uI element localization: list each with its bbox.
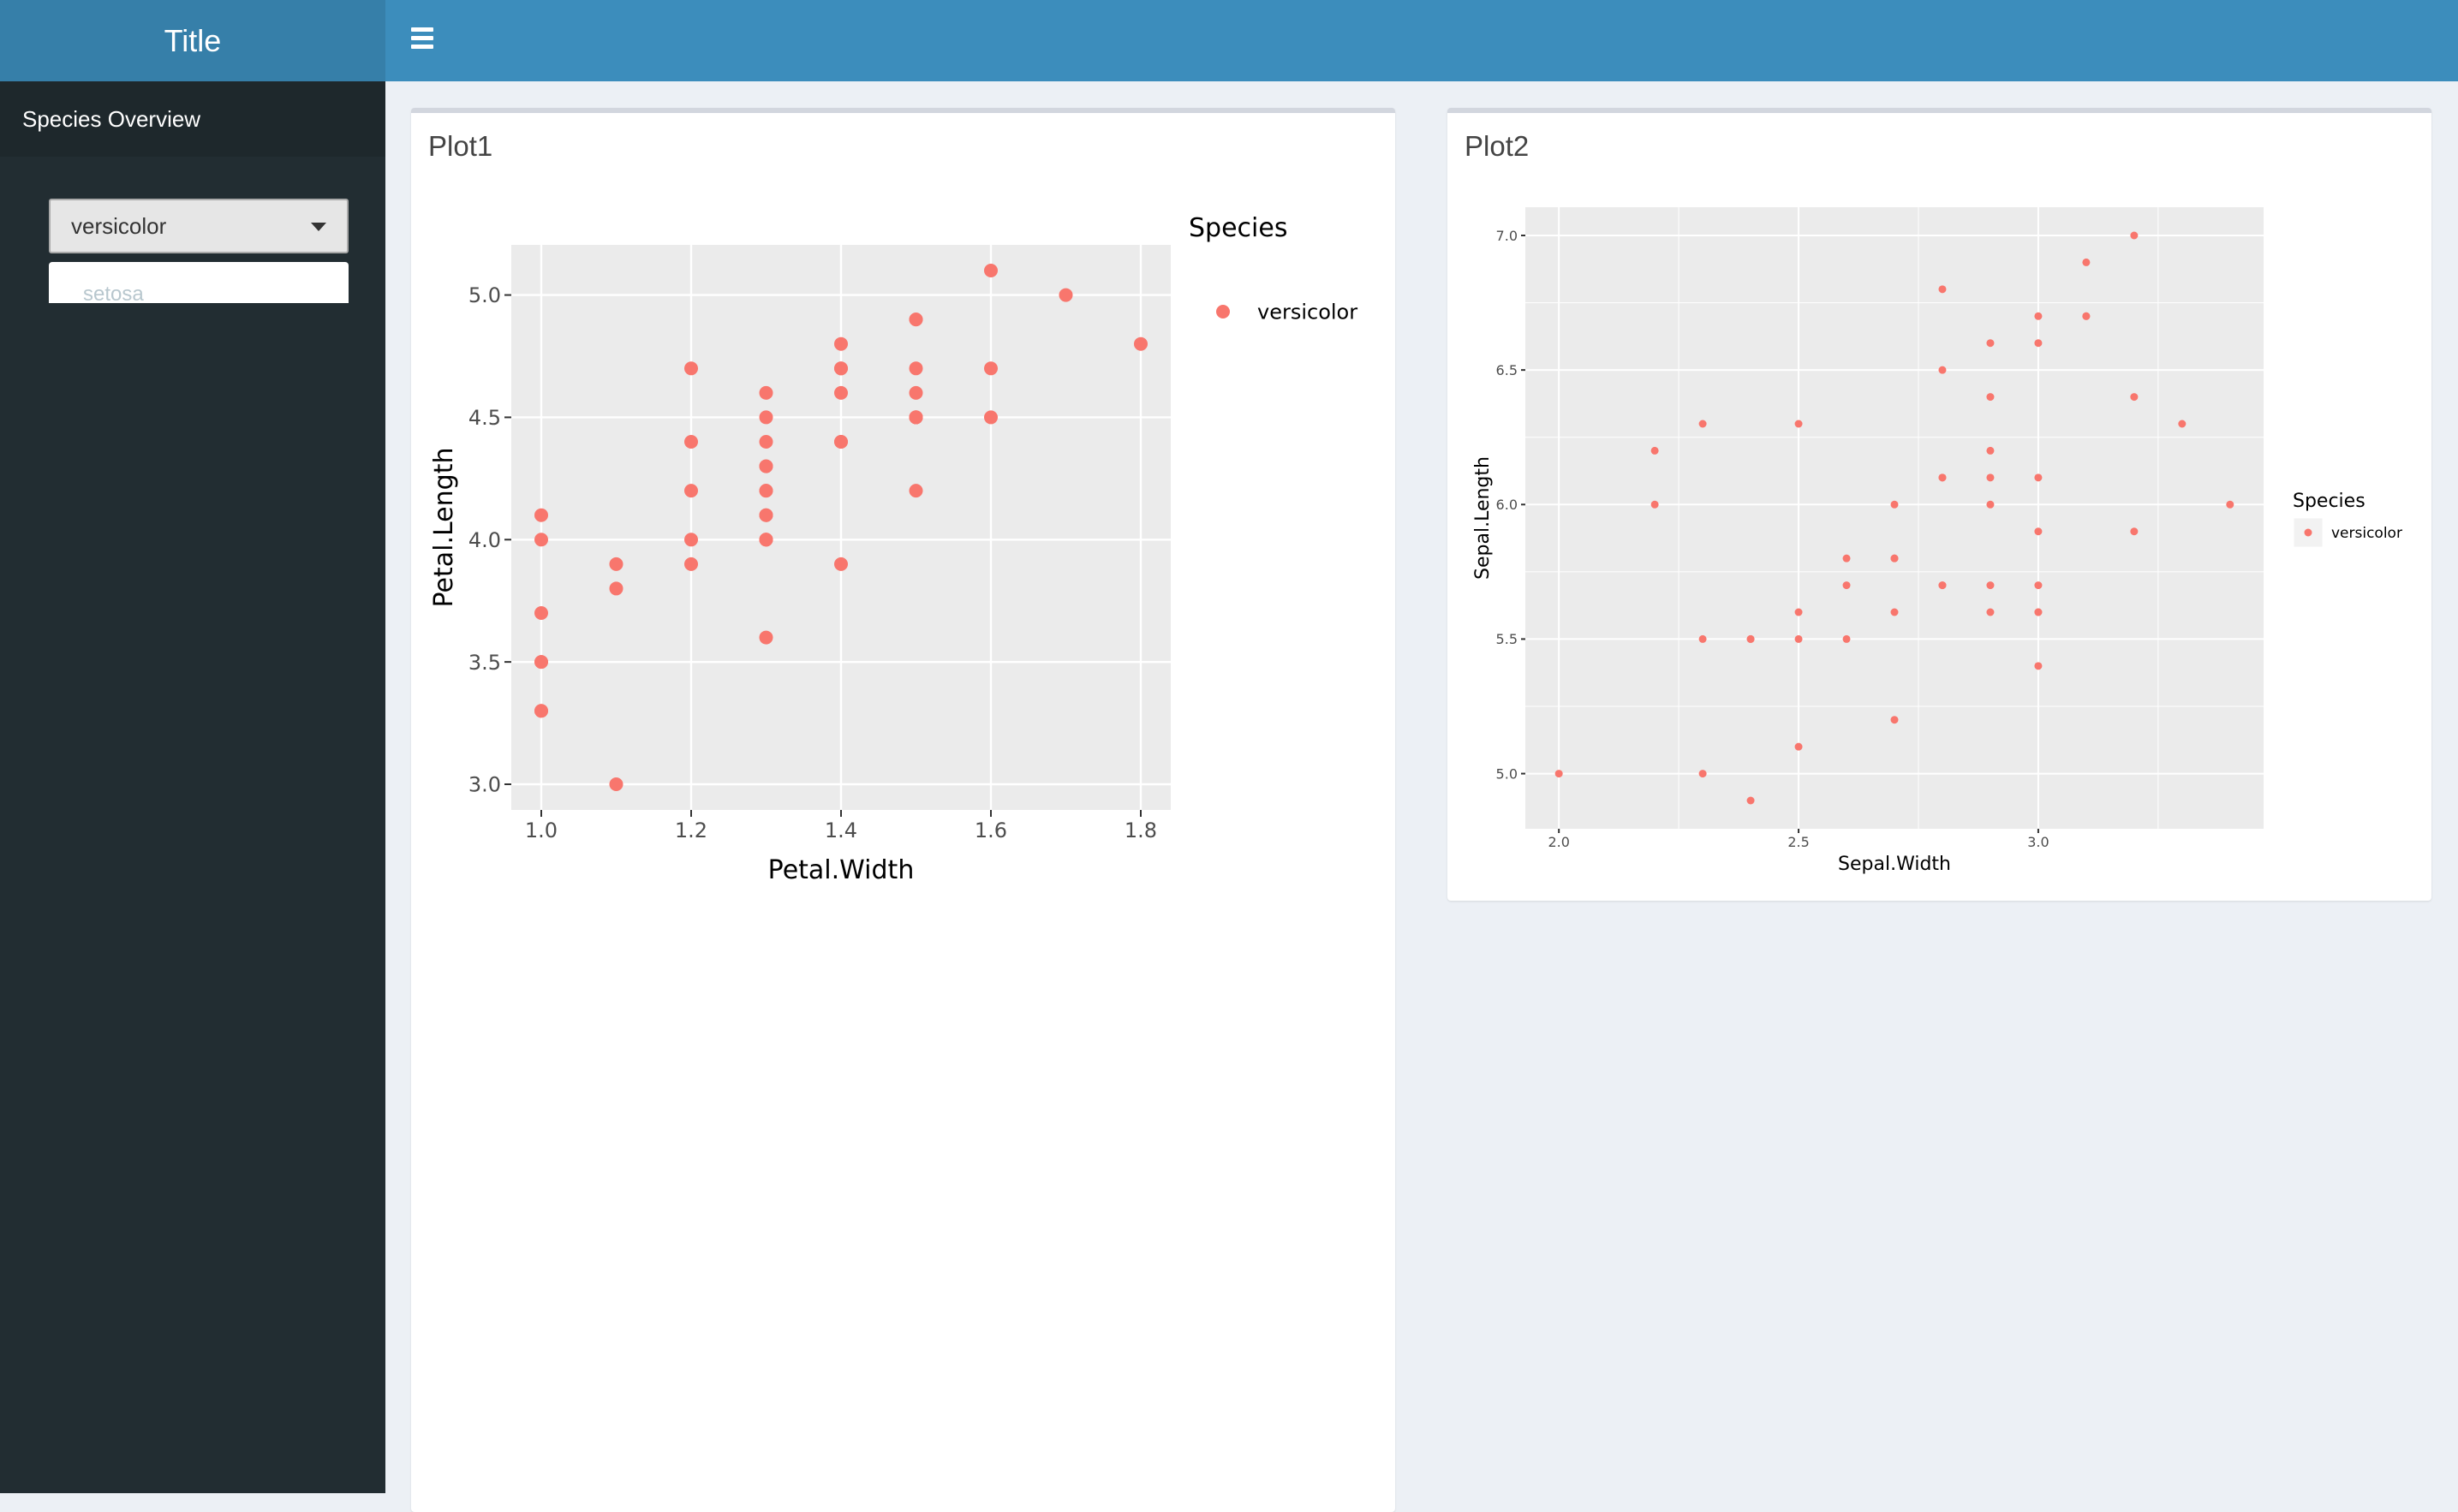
hamburger-icon[interactable] <box>411 27 433 53</box>
species-select-value: versicolor <box>71 212 167 239</box>
caret-down-icon <box>311 223 326 231</box>
plot1-title: Plot1 <box>428 130 493 162</box>
plot1-box: Plot1 <box>411 108 1395 1512</box>
sidebar: Species Overview versicolor setosa <box>0 81 385 1493</box>
plot2-title: Plot2 <box>1465 130 1530 162</box>
plot2-box: Plot2 <box>1447 108 2431 901</box>
sidebar-item-species-overview[interactable]: Species Overview <box>0 81 385 157</box>
top-navbar <box>385 0 2458 81</box>
app-logo-title[interactable]: Title <box>0 0 385 81</box>
dropdown-option-setosa[interactable]: setosa <box>83 283 144 303</box>
species-dropdown-menu: setosa <box>49 262 349 303</box>
species-select[interactable]: versicolor <box>49 199 349 253</box>
